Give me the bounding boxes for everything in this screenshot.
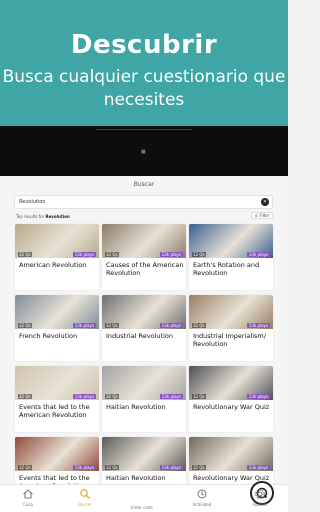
quiz-card[interactable]: 32 Qs 13k plays Revolutionary War Quiz	[189, 366, 273, 432]
quiz-title: Haitian Revolution	[106, 403, 166, 411]
filter-button[interactable]: ⚟ Filter	[251, 212, 273, 219]
quiz-card[interactable]: 12 Qs 13k plays Earth's Rotation and Revol…	[189, 224, 273, 290]
promo-subtitle-line1: Busca cualquier cuestionario que	[2, 67, 286, 87]
divider	[96, 129, 192, 130]
quiz-title: American Revolution	[19, 261, 87, 269]
question-count: 32 Qs	[18, 323, 32, 328]
question-count: 32 Qs	[18, 465, 32, 470]
quiz-title: Revolutionary War Quiz	[193, 403, 270, 411]
results-caption: Top results for Revolution	[16, 214, 70, 219]
search-screen: Buscar Revolution × Top results for Revo…	[0, 176, 288, 512]
tab-home[interactable]: Casa	[8, 488, 48, 507]
plays-badge: 13k plays	[246, 465, 270, 470]
quiz-title: Industrial Revolution	[106, 332, 173, 340]
close-icon[interactable]: ×	[261, 198, 269, 206]
search-icon	[80, 489, 90, 499]
filter-icon: ⚟	[254, 213, 259, 218]
question-count: 32 Qs	[105, 465, 119, 470]
question-count: 32 Qs	[192, 394, 206, 399]
question-count: 32 Qs	[18, 252, 32, 257]
filter-label: Filter	[259, 213, 270, 218]
tab-activity[interactable]: Actividad	[182, 488, 222, 507]
question-count: 32 Qs	[105, 252, 119, 257]
search-input[interactable]: Revolution ×	[14, 195, 273, 209]
plays-badge: 13k plays	[246, 252, 270, 257]
results-prefix: Top results for	[16, 214, 45, 219]
promo-subtitle-line2: necesites	[103, 90, 185, 110]
promo-banner: Descubrir Busca cualquier cuestionario q…	[0, 0, 288, 126]
quiz-card[interactable]: 32 Qs 13k plays Haitian Revolution	[102, 366, 186, 432]
plays-badge: 13k plays	[159, 323, 183, 328]
plays-badge: 13k plays	[159, 465, 183, 470]
question-count: 12 Qs	[192, 252, 206, 257]
device-frame-bar: ■	[0, 126, 288, 176]
camera-dot-icon: ■	[141, 149, 146, 155]
plays-badge: 13k plays	[246, 323, 270, 328]
plays-badge: 13k plays	[72, 394, 96, 399]
tab-label: Actividad	[192, 502, 212, 507]
question-count: 32 Qs	[105, 323, 119, 328]
quiz-card[interactable]: 32 Qs 13k plays Causes of the American Rev…	[102, 224, 186, 290]
promo-title: Descubrir	[70, 30, 218, 60]
quiz-card[interactable]: 32 Qs 13k plays American Revolution	[15, 224, 99, 290]
tab-label: Ajustes	[252, 502, 268, 507]
promo-subtitle: Busca cualquier cuestionario que necesit…	[0, 66, 288, 112]
quiz-title: Haitian Revolution	[106, 474, 166, 482]
tab-settings[interactable]: Ajustes	[240, 488, 280, 507]
tab-search[interactable]: Buscar	[65, 488, 105, 507]
plays-badge: 13k plays	[246, 394, 270, 399]
quiz-title: Events that led to the American Revoluti…	[19, 403, 90, 419]
plays-badge: 13k plays	[159, 394, 183, 399]
quiz-title: Causes of the American Revolution	[106, 261, 184, 277]
quiz-title: French Revolution	[19, 332, 78, 340]
home-icon	[23, 489, 33, 499]
plays-badge: 13k plays	[159, 252, 183, 257]
page-title: Buscar	[133, 181, 155, 188]
question-count: 32 Qs	[192, 465, 206, 470]
history-icon	[197, 489, 207, 499]
tab-label: Buscar	[78, 502, 92, 507]
plays-badge: 13k plays	[72, 323, 96, 328]
quiz-card[interactable]: 32 Qs 13k plays Events that led to the Ame…	[15, 366, 99, 432]
quiz-card[interactable]: 32 Qs 13k plays Industrial Imperialism/ Re…	[189, 295, 273, 361]
plays-badge: 13k plays	[72, 252, 96, 257]
results-query: Revolution	[45, 214, 70, 219]
plays-badge: 13k plays	[72, 465, 96, 470]
search-value: Revolution	[19, 199, 46, 205]
tab-enter-code[interactable]: Enter code	[122, 481, 274, 510]
gear-icon	[255, 489, 265, 499]
quiz-title: Earth's Rotation and Revolution	[193, 261, 260, 277]
quiz-card[interactable]: 32 Qs 13k plays Industrial Revolution	[102, 295, 186, 361]
tab-label: Casa	[23, 502, 33, 507]
question-count: 32 Qs	[18, 394, 32, 399]
quiz-card[interactable]: 32 Qs 13k plays French Revolution	[15, 295, 99, 361]
question-count: 32 Qs	[192, 323, 206, 328]
quiz-title: Industrial Imperialism/ Revolution	[193, 332, 266, 348]
bottom-tab-bar: Casa Buscar Enter code Actividad Ajustes	[0, 481, 288, 512]
question-count: 32 Qs	[105, 394, 119, 399]
tab-label: Enter code	[131, 505, 153, 510]
